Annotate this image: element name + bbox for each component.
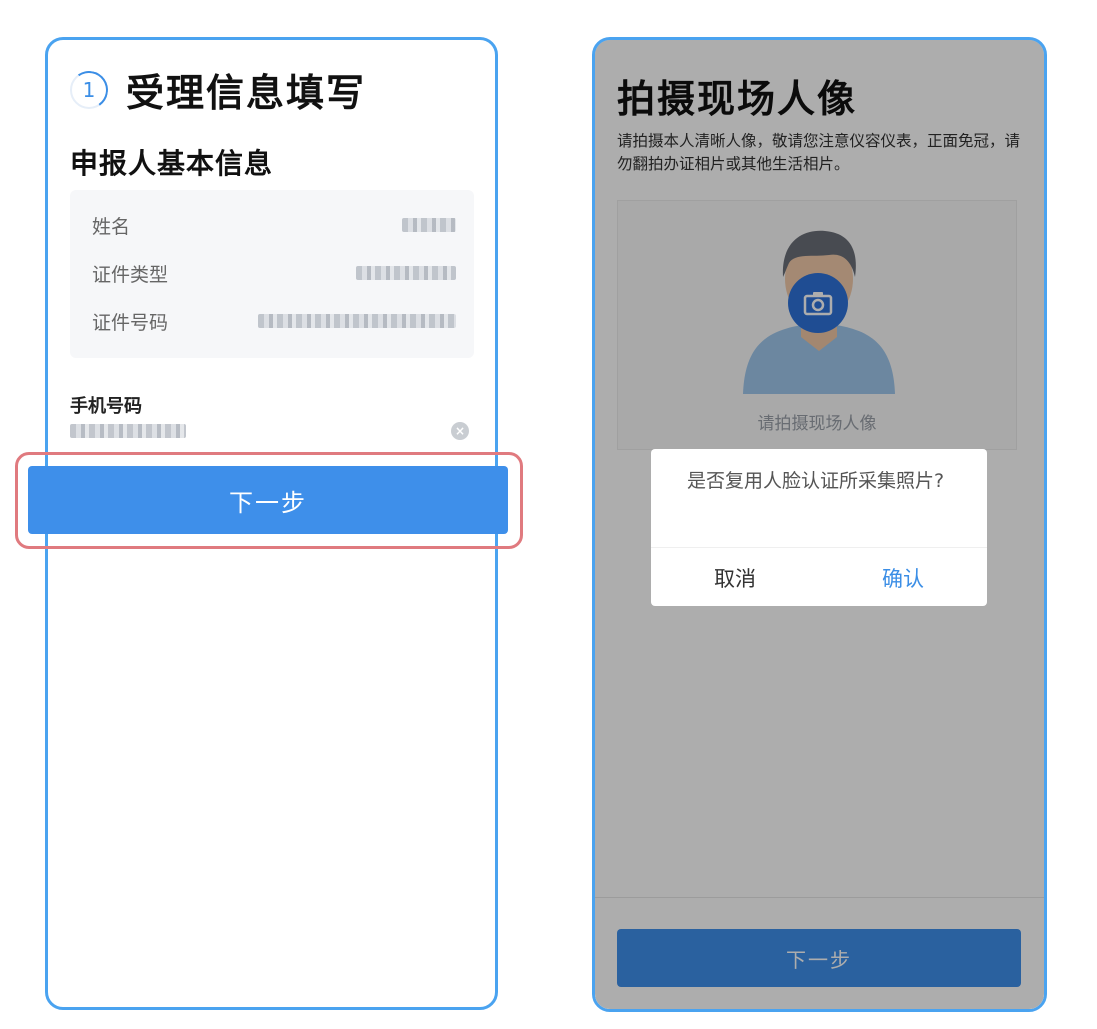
divider bbox=[651, 547, 987, 548]
applicant-info-card: 姓名 证件类型 证件号码 bbox=[70, 190, 474, 358]
reuse-photo-dialog: 是否复用人脸认证所采集照片? 取消 确认 bbox=[651, 449, 987, 606]
redacted-value bbox=[402, 218, 456, 232]
dialog-message: 是否复用人脸认证所采集照片? bbox=[687, 470, 945, 492]
step-indicator: 1 bbox=[70, 70, 108, 109]
confirm-button[interactable]: 确认 bbox=[819, 549, 987, 606]
highlight-annotation bbox=[15, 452, 523, 549]
info-row-name: 姓名 bbox=[92, 210, 456, 240]
phone-number-input[interactable] bbox=[70, 424, 186, 438]
info-row-id-type: 证件类型 bbox=[92, 258, 456, 288]
info-row-id-number: 证件号码 bbox=[92, 306, 456, 336]
redacted-value bbox=[356, 266, 456, 280]
cancel-button[interactable]: 取消 bbox=[651, 549, 819, 606]
page-title: 受理信息填写 bbox=[126, 71, 367, 115]
step-header: 1 受理信息填写 bbox=[70, 62, 366, 117]
section-title: 申报人基本信息 bbox=[70, 147, 274, 180]
clear-icon[interactable]: × bbox=[451, 422, 469, 440]
info-label: 姓名 bbox=[92, 215, 131, 238]
phone-number-label: 手机号码 bbox=[70, 396, 142, 417]
redacted-value bbox=[258, 314, 456, 328]
step-number: 1 bbox=[82, 77, 96, 102]
info-label: 证件类型 bbox=[92, 263, 169, 286]
info-label: 证件号码 bbox=[92, 311, 169, 334]
right-phone-screen: 拍摄现场人像 请拍摄本人清晰人像，敬请您注意仪容仪表，正面免冠，请勿翻拍办证相片… bbox=[592, 37, 1047, 1012]
